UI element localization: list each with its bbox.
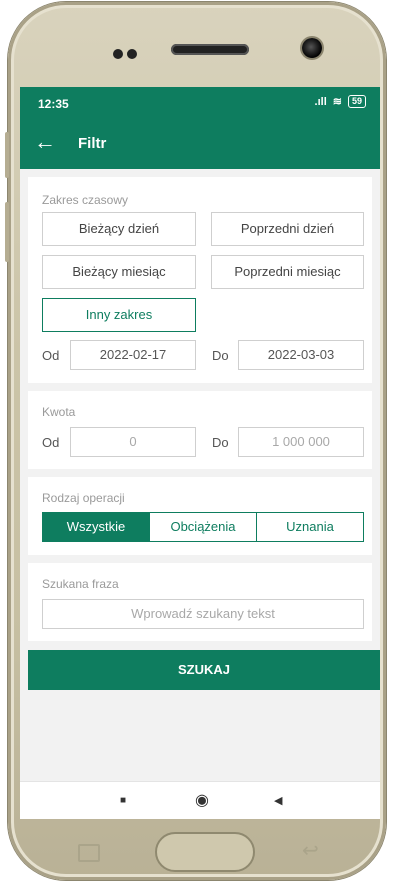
option-previous-day[interactable]: Poprzedni dzień [211, 212, 364, 246]
battery-icon: 59 [347, 95, 366, 108]
back-arrow-icon[interactable]: ← [34, 131, 56, 153]
operation-credits-tab[interactable]: Uznania [256, 513, 363, 541]
hardware-back-icon: ↩ [302, 840, 319, 862]
search-phrase-label: Szukana fraza [42, 577, 119, 591]
hardware-home-button [155, 832, 255, 872]
date-to-label: Do [212, 348, 229, 363]
status-icons: .ıll ≋ 59 [315, 95, 366, 108]
operation-debits-tab[interactable]: Obciążenia [149, 513, 256, 541]
back-icon[interactable]: ◀ [274, 794, 282, 807]
volume-button [5, 132, 9, 178]
date-from-field[interactable]: 2022-02-17 [70, 340, 196, 370]
recent-apps-icon[interactable]: ■ [120, 795, 126, 806]
date-from-label: Od [42, 348, 60, 363]
status-time: 12:35 [38, 97, 69, 111]
front-camera-icon [302, 38, 322, 58]
app-bar: ← Filtr [20, 119, 380, 169]
time-range-section: Zakres czasowy Bieżący dzień Poprzedni d… [28, 177, 372, 383]
option-current-month[interactable]: Bieżący miesiąc [42, 255, 196, 289]
search-phrase-section: Szukana fraza Wprowadź szukany tekst [28, 563, 372, 641]
home-icon[interactable]: ◉ [195, 790, 209, 810]
option-previous-month[interactable]: Poprzedni miesiąc [211, 255, 364, 289]
date-to-field[interactable]: 2022-03-03 [238, 340, 364, 370]
amount-to-label: Do [212, 435, 229, 450]
operation-type-section: Rodzaj operacji Wszystkie Obciążenia Uzn… [28, 477, 372, 555]
signal-icon: .ıll [314, 95, 327, 108]
option-current-day[interactable]: Bieżący dzień [42, 212, 196, 246]
amount-from-label: Od [42, 435, 60, 450]
app-screen: 12:35 .ıll ≋ 59 ← Filtr Zakres czasowy B… [20, 87, 380, 819]
amount-to-field[interactable]: 1 000 000 [238, 427, 364, 457]
hardware-recent-icon [78, 844, 100, 862]
speaker-grille [171, 44, 249, 55]
option-custom-range[interactable]: Inny zakres [42, 298, 196, 332]
amount-from-field[interactable]: 0 [70, 427, 196, 457]
wifi-icon: ≋ [332, 96, 342, 108]
time-range-label: Zakres czasowy [42, 193, 129, 207]
page-title: Filtr [78, 135, 107, 152]
search-phrase-input[interactable]: Wprowadź szukany tekst [42, 599, 364, 629]
sensor-icon [113, 46, 141, 64]
search-button[interactable]: SZUKAJ [28, 650, 380, 690]
amount-label: Kwota [42, 405, 76, 419]
operation-all-tab[interactable]: Wszystkie [43, 513, 149, 541]
operation-type-segmented: Wszystkie Obciążenia Uznania [42, 512, 364, 542]
bixby-button [5, 202, 9, 262]
phone-top-bezel [8, 30, 386, 70]
android-nav-bar: ■ ◉ ◀ [20, 781, 380, 819]
operation-type-label: Rodzaj operacji [42, 491, 125, 505]
status-bar: 12:35 .ıll ≋ 59 [20, 87, 380, 119]
amount-section: Kwota Od 0 Do 1 000 000 [28, 391, 372, 469]
